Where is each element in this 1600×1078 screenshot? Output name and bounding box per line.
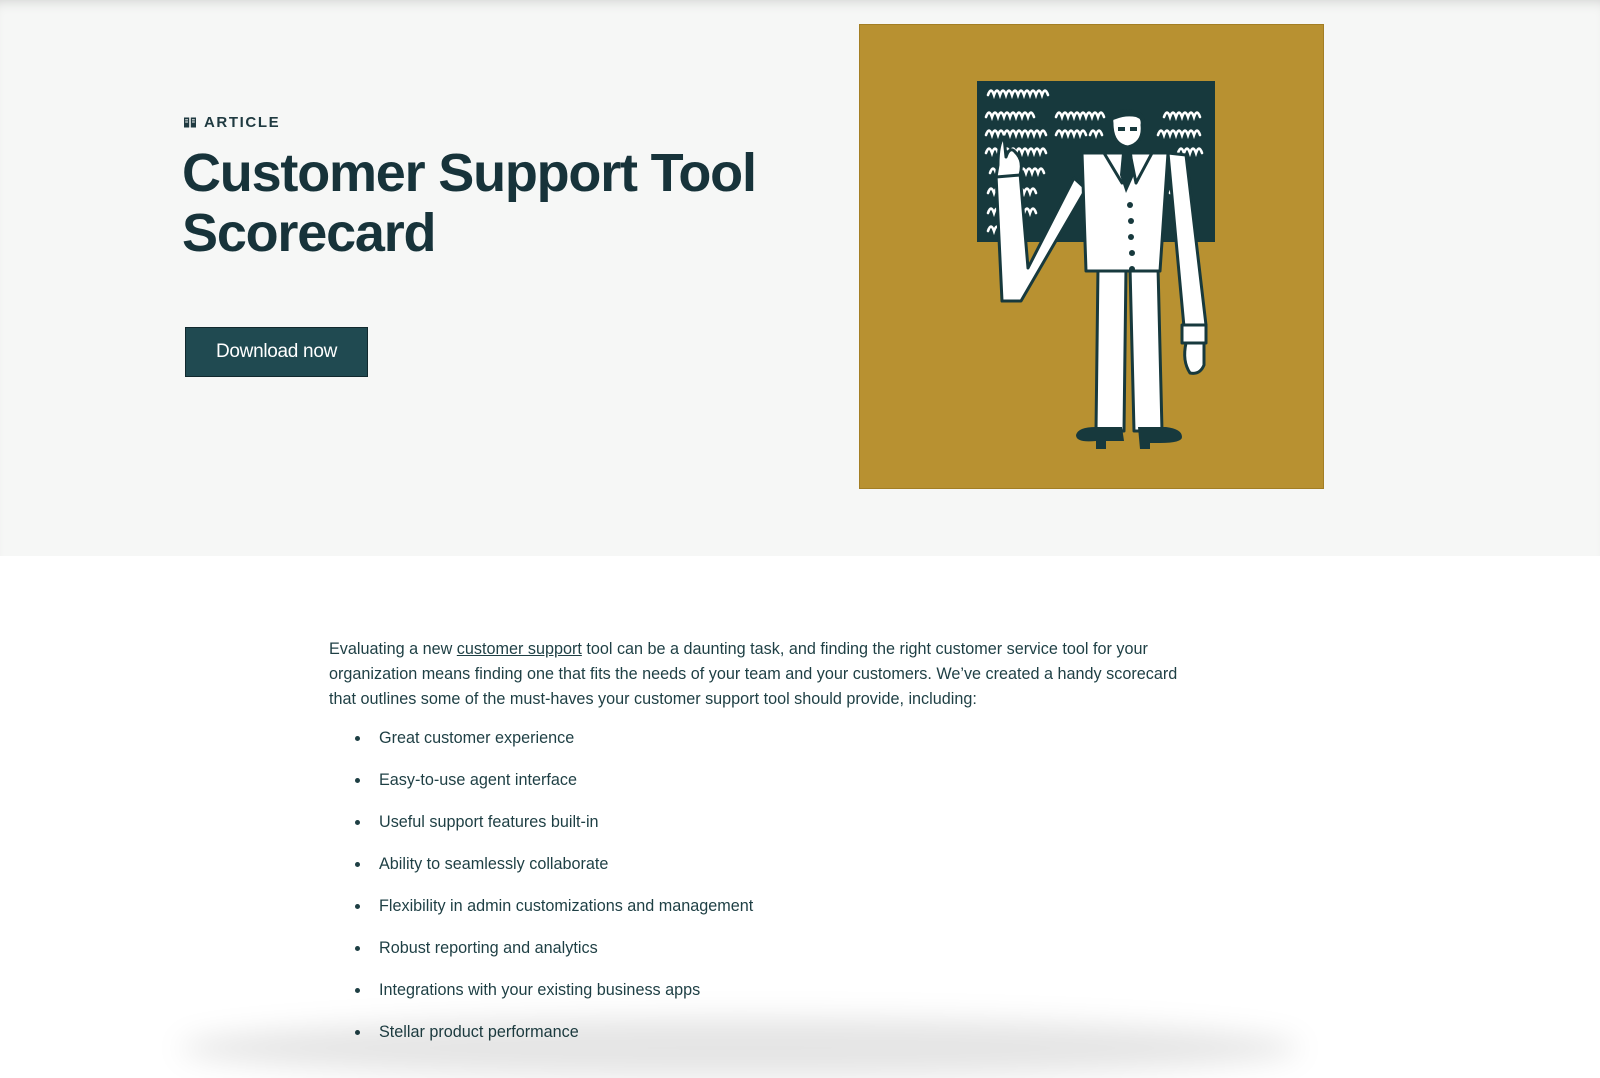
list-item: Ability to seamlessly collaborate xyxy=(329,854,1189,896)
list-item: Flexibility in admin customizations and … xyxy=(329,896,1189,938)
list-item: Integrations with your existing business… xyxy=(329,980,1189,1022)
article-hero: ARTICLE Customer Support Tool Scorecard … xyxy=(0,0,1600,556)
list-item: Robust reporting and analytics xyxy=(329,938,1189,980)
list-item: Great customer experience xyxy=(329,728,1189,770)
intro-paragraph: Evaluating a new customer support tool c… xyxy=(329,637,1189,712)
article-body: Evaluating a new customer support tool c… xyxy=(329,637,1189,1064)
list-item: Easy-to-use agent interface xyxy=(329,770,1189,812)
customer-support-link[interactable]: customer support xyxy=(457,640,582,658)
book-icon xyxy=(184,117,196,128)
hero-illustration xyxy=(859,24,1324,489)
eyebrow-label: ARTICLE xyxy=(204,114,281,131)
page-title: Customer Support Tool Scorecard xyxy=(182,143,757,263)
bottom-overlay-shadow xyxy=(180,1018,1300,1078)
intro-text-start: Evaluating a new xyxy=(329,640,457,658)
list-item: Useful support features built-in xyxy=(329,812,1189,854)
download-now-button[interactable]: Download now xyxy=(185,327,368,377)
feature-list: Great customer experience Easy-to-use ag… xyxy=(329,728,1189,1064)
article-eyebrow: ARTICLE xyxy=(184,114,280,131)
